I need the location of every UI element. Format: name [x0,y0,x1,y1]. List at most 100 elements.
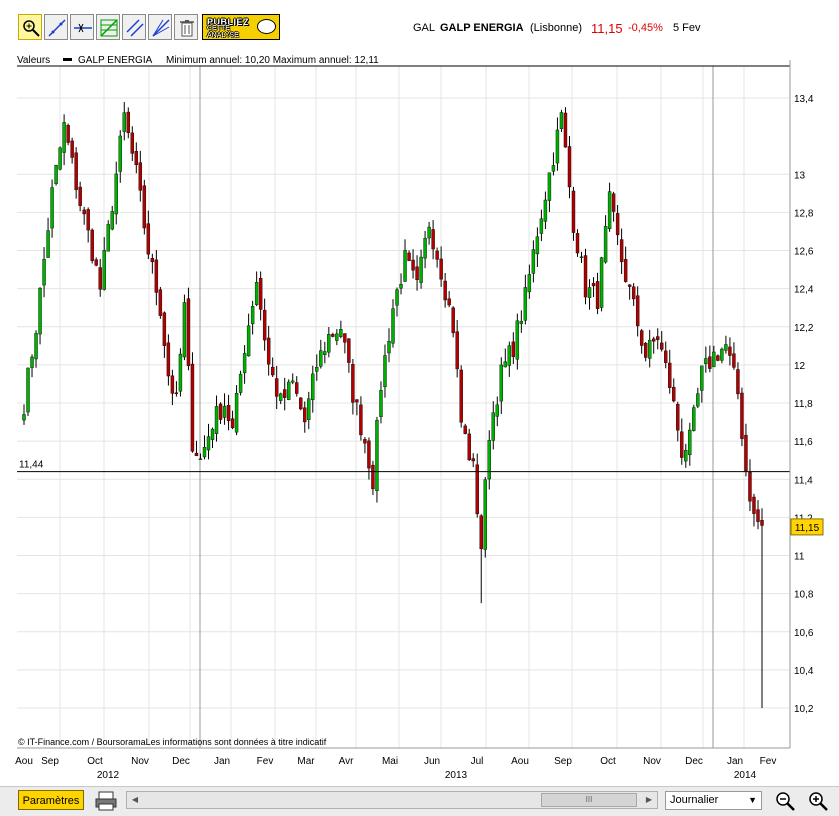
x-month-label: Nov [643,756,661,767]
candle-up [307,391,311,430]
candle-body [78,186,82,206]
candle-up [491,401,495,450]
candle-down [262,298,267,351]
y-tick-label: 11,8 [794,399,813,410]
candle-down [623,246,628,283]
candle-down [680,418,684,465]
candle-up [551,152,556,176]
candle-body [351,364,355,403]
candle-body [559,112,564,129]
candle-up [238,370,243,396]
scroll-left-arrow-icon[interactable]: ◀ [127,792,143,808]
x-axis: Aou Sep Oct Nov Dec Jan Fev Mar Avr Mai Jun Jul Aou S… [15,756,776,781]
candle-body [162,312,167,346]
candle-body [130,132,134,154]
candle-down [266,325,271,376]
candle-up [58,146,62,171]
candle-up [110,205,114,231]
x-month-label: Dec [685,756,703,767]
candle-body [283,389,287,398]
candle-body [367,440,371,469]
candle-body [407,252,411,261]
candle-down [170,369,175,406]
candle-up [254,271,259,307]
candle-down [66,123,70,146]
legend-annual-stats: Minimum annuel: 10,20 Maximum annuel: 12… [166,55,379,66]
candle-up [531,240,536,283]
candle-body [475,464,479,515]
candle-down [583,248,588,305]
x-year-label: 2013 [445,770,468,781]
candle-body [523,287,528,321]
candle-body [487,440,491,480]
candle-up [246,313,251,357]
candle-up [647,329,652,368]
candle-body [567,146,572,188]
candle-down [740,387,744,447]
scroll-thumb[interactable]: III [541,793,637,807]
candle-body [728,346,732,356]
candle-up [399,273,403,295]
y-tick-label: 12,8 [794,208,814,219]
candle-down [627,284,632,300]
candle-body [86,209,90,231]
candle-down [258,271,263,321]
candle-body [170,375,175,394]
candle-down [94,257,98,267]
print-button[interactable] [94,789,118,813]
zoom-out-button[interactable] [773,789,797,813]
candle-body [250,306,255,325]
candle-body [451,307,455,334]
candle-body [595,281,600,309]
y-tick-label: 11,4 [794,475,813,486]
candle-body [50,187,54,229]
x-month-label: Jul [471,756,484,767]
reference-line: 11,44 [17,460,790,473]
candle-down [656,328,660,350]
candle-body [571,190,576,233]
candle-body [26,367,30,413]
price-chart[interactable]: 11,44 13,4 13 12,8 12,6 12,4 12,2 12 11,8 11,6 11… [0,0,839,786]
candle-down [728,337,732,366]
candle-body [700,365,704,391]
period-select[interactable]: Journalier ▼ [665,791,762,810]
candle-body [339,329,343,337]
scroll-right-arrow-icon[interactable]: ▶ [641,792,657,808]
candle-body [114,173,118,215]
candle-up [720,347,724,364]
candle-body [680,431,684,458]
candle-down [732,342,736,370]
candle-body [134,151,139,166]
time-scrollbar[interactable]: ◀ III ▶ [126,791,658,809]
candle-down [760,508,764,708]
candle-down [186,287,191,371]
candle-up [46,217,50,258]
x-month-label: Oct [600,756,616,767]
candle-body [583,255,588,298]
candle-body [303,407,307,423]
candle-down [74,147,78,199]
candle-body [712,351,716,368]
candle-down [331,332,335,338]
candle-down [475,453,479,518]
candle-up [391,299,395,348]
candle-up [724,335,728,354]
candle-down [295,376,299,397]
last-price-badge-label: 11,15 [795,523,820,534]
candle-body [158,289,163,316]
candle-down [166,334,171,386]
chevron-down-icon: ▼ [748,795,757,805]
candle-body [311,373,315,400]
candle-down [431,220,435,260]
zoom-in-button[interactable] [806,789,830,813]
candle-up [427,221,431,245]
candle-down [218,402,223,424]
period-select-value: Journalier [670,794,719,806]
candle-down [439,246,443,287]
candle-up [579,251,584,263]
parameters-button[interactable]: Paramètres [18,790,84,810]
candle-body [591,283,596,287]
candle-body [274,378,279,397]
candle-body [479,515,483,550]
candle-body [258,277,263,310]
